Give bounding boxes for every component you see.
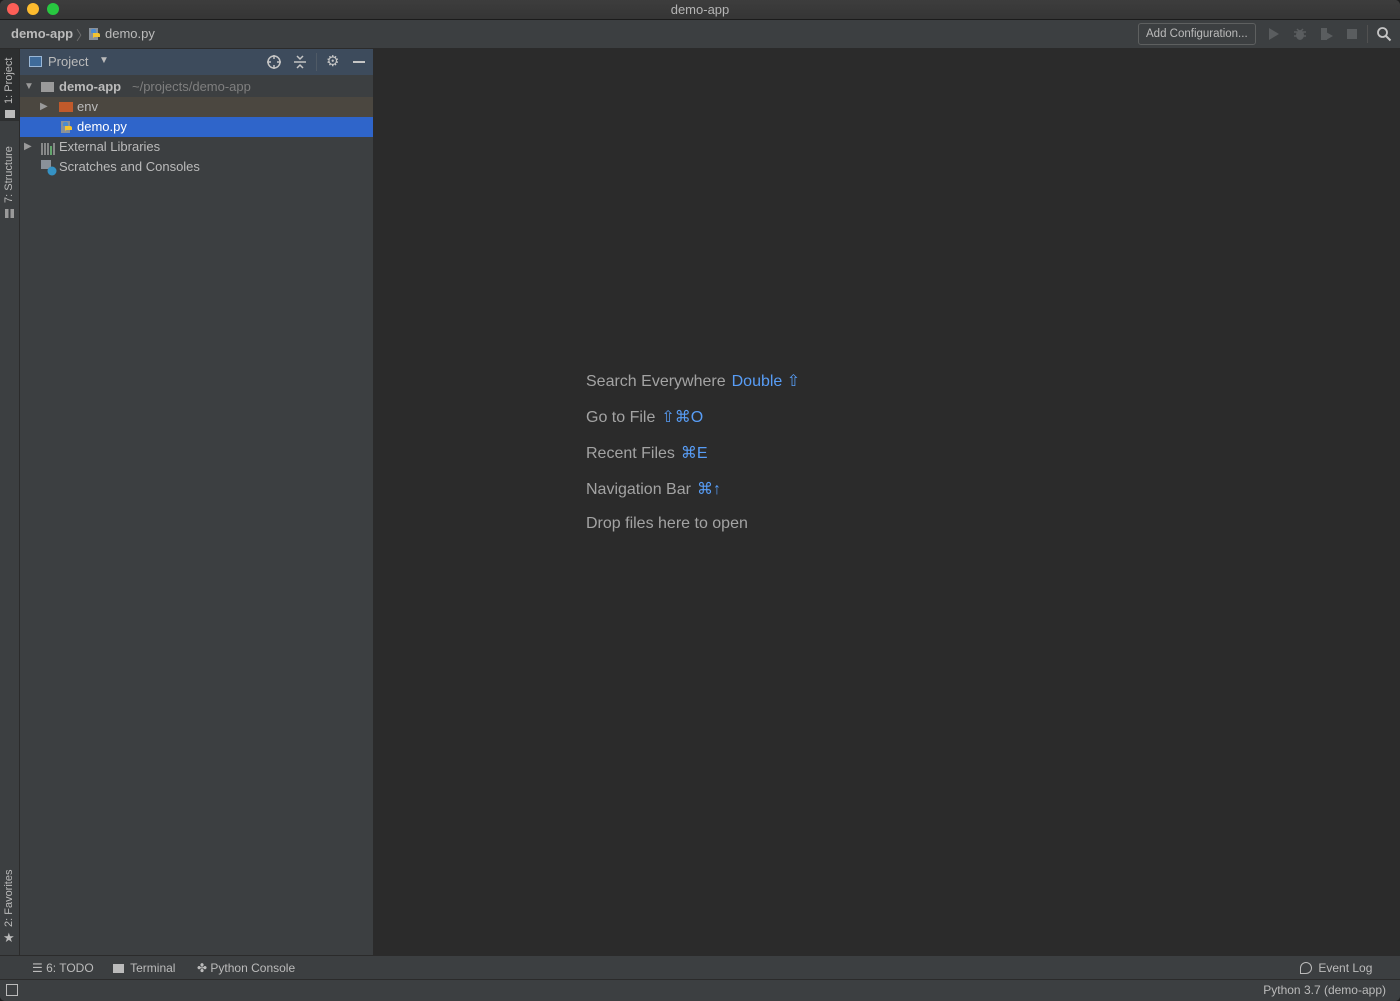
tree-item-label: env bbox=[77, 99, 98, 114]
add-configuration-button[interactable]: Add Configuration... bbox=[1138, 23, 1256, 45]
hint-go-to-file: Go to File ⇧⌘O bbox=[586, 407, 703, 427]
hint-shortcut: Double ⇧ bbox=[731, 373, 801, 390]
project-view-selector[interactable]: Project bbox=[48, 54, 88, 69]
hint-label: Search Everywhere bbox=[586, 373, 726, 390]
bottom-tool-bar: ☰ 6: TODO Terminal ✤ Python Console Even… bbox=[0, 955, 1400, 980]
tool-window-label: Event Log bbox=[1318, 961, 1373, 975]
hide-panel-icon[interactable] bbox=[353, 61, 365, 63]
tree-item-env[interactable]: ▶ env bbox=[20, 97, 373, 117]
debug-icon[interactable] bbox=[1292, 26, 1308, 42]
breadcrumb-file[interactable]: demo.py bbox=[105, 26, 155, 41]
tool-window-label: 6: TODO bbox=[46, 961, 94, 975]
hint-label: Recent Files bbox=[586, 445, 675, 462]
hint-shortcut: ⇧⌘O bbox=[661, 409, 704, 426]
tree-item-label: Scratches and Consoles bbox=[59, 159, 200, 174]
tree-item-external-libraries[interactable]: ▶ External Libraries bbox=[20, 137, 373, 157]
list-icon: ☰ bbox=[32, 961, 43, 975]
structure-icon bbox=[5, 209, 14, 218]
scratches-icon bbox=[41, 160, 57, 182]
project-view-icon bbox=[29, 56, 42, 67]
folder-icon bbox=[5, 110, 15, 118]
hint-recent-files: Recent Files ⌘E bbox=[586, 443, 708, 463]
left-tool-strip: 1: Project 7: Structure ★ 2: Favorites bbox=[0, 49, 20, 955]
project-panel: Project ▼ ⚙ ▼ demo-app ~/projects/demo-a… bbox=[20, 49, 374, 955]
window-title: demo-app bbox=[670, 2, 730, 17]
hint-drop-files: Drop files here to open bbox=[586, 515, 748, 533]
collapse-arrow-icon[interactable]: ▶ bbox=[40, 97, 48, 117]
collapse-all-icon[interactable] bbox=[292, 54, 308, 75]
event-log-icon bbox=[1300, 962, 1312, 974]
status-bar: Python 3.7 (demo-app) bbox=[0, 979, 1400, 1001]
editor-empty-area[interactable]: Search Everywhere Double ⇧ Go to File ⇧⌘O … bbox=[374, 49, 1400, 955]
hint-navigation-bar: Navigation Bar ⌘↑ bbox=[586, 479, 721, 499]
breadcrumb-project[interactable]: demo-app bbox=[11, 26, 73, 41]
tool-window-label: Python Console bbox=[210, 961, 296, 975]
run-icon[interactable] bbox=[1266, 26, 1282, 42]
tool-tab-project[interactable]: 1: Project bbox=[0, 49, 19, 121]
tool-tab-favorites[interactable]: ★ 2: Favorites bbox=[0, 864, 19, 949]
tool-tab-project-label: 1: Project bbox=[3, 57, 15, 104]
hint-shortcut: ⌘E bbox=[680, 445, 708, 462]
project-panel-header: Project ▼ ⚙ bbox=[20, 49, 373, 75]
tree-item-label: demo-app bbox=[59, 79, 122, 94]
tool-window-label: Terminal bbox=[130, 961, 176, 975]
expand-arrow-icon[interactable]: ▼ bbox=[24, 77, 34, 97]
ide-window: demo-app demo-app 〉 demo.py Add Configur… bbox=[0, 0, 1400, 1001]
terminal-icon bbox=[113, 964, 124, 973]
navigation-bar: demo-app 〉 demo.py Add Configuration... bbox=[0, 20, 1400, 49]
tree-item-demo-py[interactable]: demo.py bbox=[20, 117, 373, 137]
hint-label: Navigation Bar bbox=[586, 481, 691, 498]
hint-label: Go to File bbox=[586, 409, 656, 426]
title-bar: demo-app bbox=[0, 0, 1400, 20]
python-icon: ✤ bbox=[197, 961, 208, 975]
tree-item-label: demo.py bbox=[77, 119, 127, 134]
collapse-arrow-icon[interactable]: ▶ bbox=[24, 137, 32, 157]
hint-label: Drop files here to open bbox=[586, 515, 748, 532]
toggle-tool-windows-icon[interactable] bbox=[6, 984, 18, 996]
star-icon: ★ bbox=[3, 930, 15, 945]
gear-icon[interactable]: ⚙ bbox=[326, 52, 339, 70]
locate-file-icon[interactable] bbox=[266, 54, 282, 75]
tree-item-label: External Libraries bbox=[59, 139, 161, 154]
tool-tab-favorites-label: 2: Favorites bbox=[3, 869, 15, 927]
toolbar-divider bbox=[1367, 25, 1368, 43]
tool-tab-structure-label: 7: Structure bbox=[3, 146, 15, 203]
tool-window-event-log[interactable]: Event Log bbox=[1300, 961, 1372, 975]
chevron-down-icon[interactable]: ▼ bbox=[99, 55, 109, 66]
run-with-coverage-icon[interactable] bbox=[1318, 26, 1334, 42]
folder-icon bbox=[41, 82, 54, 92]
folder-excluded-icon bbox=[59, 102, 73, 112]
tree-item-demo-app[interactable]: ▼ demo-app ~/projects/demo-app bbox=[20, 77, 373, 97]
divider bbox=[316, 53, 317, 71]
tree-item-scratches[interactable]: Scratches and Consoles bbox=[20, 157, 373, 177]
stop-icon[interactable] bbox=[1344, 26, 1360, 42]
hint-shortcut: ⌘↑ bbox=[696, 481, 721, 498]
tool-tab-structure[interactable]: 7: Structure bbox=[0, 139, 19, 219]
search-icon[interactable] bbox=[1376, 26, 1392, 42]
tool-window-python-console[interactable]: ✤ Python Console bbox=[197, 961, 295, 975]
tool-window-terminal[interactable]: Terminal bbox=[113, 961, 175, 975]
hint-search-everywhere: Search Everywhere Double ⇧ bbox=[586, 371, 800, 391]
python-interpreter-selector[interactable]: Python 3.7 (demo-app) bbox=[1263, 983, 1386, 997]
python-file-icon bbox=[88, 27, 102, 46]
tree-item-path-hint: ~/projects/demo-app bbox=[132, 79, 251, 94]
tool-window-todo[interactable]: ☰ 6: TODO bbox=[32, 961, 94, 975]
